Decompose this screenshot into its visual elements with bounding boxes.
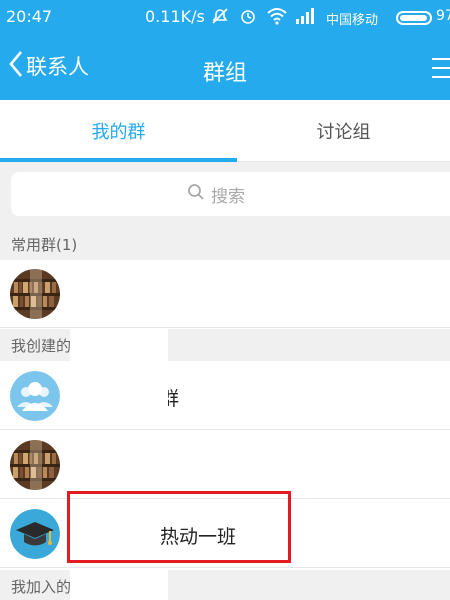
carrier-name: 中国移动 [326,13,379,28]
battery-percent: 97 [436,8,450,24]
search-area: 搜索 [0,162,450,228]
mute-icon [210,6,230,30]
group-row[interactable] [0,431,450,499]
section-created-groups: 我创建的 [0,329,450,361]
graduation-cap-avatar [10,509,60,559]
section-joined-groups: 我加入的 [0,570,450,600]
bookshelf-avatar [10,440,60,490]
menu-button[interactable] [428,56,450,80]
wifi-icon [266,7,288,29]
battery-icon [396,11,432,25]
search-icon [187,183,205,206]
redaction-mask [70,570,168,600]
app-header: 联系人 群组 [0,36,450,100]
group-row[interactable]: 群 [0,362,450,430]
section-common-groups: 常用群(1) [0,228,450,260]
search-input[interactable]: 搜索 [11,172,450,216]
menu-icon-line [432,58,450,60]
network-speed: 0.11K/s [145,7,205,26]
tab-bar: 我的群 讨论组 [0,100,450,162]
menu-icon-line [432,67,450,69]
signal-icon [296,8,316,28]
redaction-mask [70,328,168,428]
page-title: 群组 [202,61,247,86]
group-row[interactable] [0,260,450,328]
highlight-box [67,491,291,563]
people-avatar [10,371,60,421]
bookshelf-avatar [10,269,60,319]
menu-icon-line [432,76,450,78]
tab-discussion-groups[interactable]: 讨论组 [237,100,450,162]
status-time: 20:47 [6,7,53,26]
status-icons [210,6,316,30]
status-bar: 20:47 0.11K/s 中国移动 97 [0,0,450,36]
tab-my-groups[interactable]: 我的群 [0,100,237,162]
battery-fill [400,15,427,21]
search-placeholder: 搜索 [211,186,245,207]
alarm-icon [238,6,258,30]
